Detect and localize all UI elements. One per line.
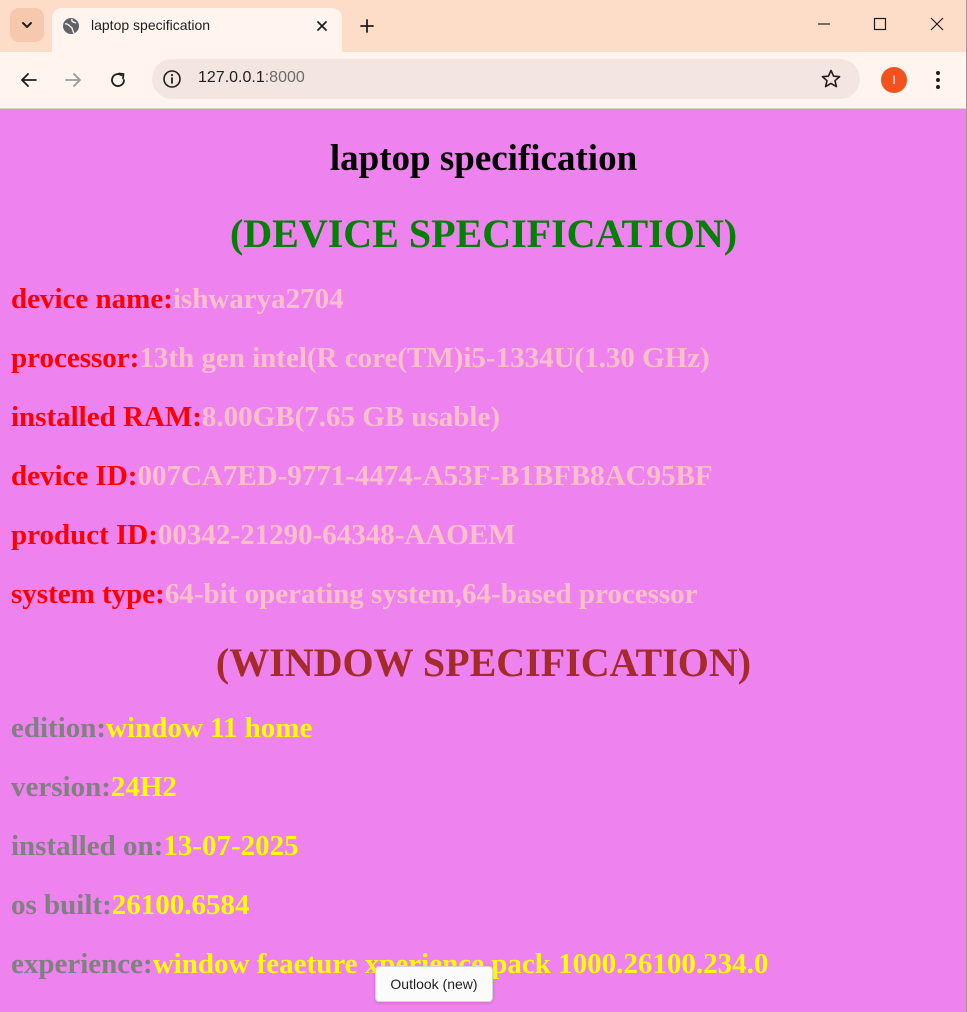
browser-menu-button[interactable] (928, 67, 948, 93)
active-tab[interactable]: laptop specification (52, 8, 342, 52)
spec-value: 24H2 (110, 771, 177, 803)
spec-value: 26100.6584 (111, 889, 250, 921)
spec-label: experience: (11, 948, 153, 980)
spec-value: 64-bit operating system,64-based process… (164, 578, 698, 610)
os-built-row: os built:26100.6584 (11, 889, 249, 922)
device-id-row: device ID:007CA7ED-9771-4474-A53F-B1BFB8… (11, 460, 713, 493)
window-spec-heading: (WINDOW SPECIFICATION) (215, 640, 752, 685)
spec-value: ishwarya2704 (172, 283, 344, 315)
minimize-button[interactable] (812, 12, 836, 36)
spec-label: system type: (11, 578, 165, 610)
spec-label: edition: (11, 712, 107, 744)
arrow-left-icon (21, 73, 37, 87)
arrow-right-icon (65, 73, 81, 87)
processor-row: processor:13th gen intel(R core(TM)i5-13… (11, 342, 710, 375)
spec-value: window 11 home (106, 712, 313, 744)
device-spec-heading: (DEVICE SPECIFICATION) (229, 211, 738, 256)
installed-ram-row: installed RAM:8.00GB(7.65 GB usable) (11, 401, 500, 434)
spec-label: device ID: (11, 460, 138, 492)
plus-icon (360, 19, 374, 33)
back-button[interactable] (16, 67, 42, 93)
site-info-icon[interactable] (162, 69, 182, 89)
close-window-button[interactable] (925, 12, 949, 36)
product-id-row: product ID:00342-21290-64348-AAOEM (11, 519, 516, 552)
browser-toolbar: 127.0.0.1:8000 I (0, 52, 967, 109)
maximize-icon (873, 17, 887, 31)
device-name-row: device name:ishwarya2704 (11, 283, 344, 316)
spec-label: installed on: (11, 830, 164, 862)
browser-titlebar: laptop specification (0, 0, 967, 52)
spec-label: version: (11, 771, 111, 803)
tab-close-button[interactable] (312, 16, 332, 36)
profile-avatar[interactable]: I (881, 67, 907, 93)
spec-label: processor: (11, 342, 140, 374)
close-icon (317, 21, 327, 31)
tab-title: laptop specification (91, 17, 211, 33)
forward-button[interactable] (60, 67, 86, 93)
reload-button[interactable] (105, 67, 131, 93)
url-text[interactable]: 127.0.0.1:8000 (198, 69, 305, 87)
taskbar-tooltip: Outlook (new) (375, 966, 493, 1002)
spec-label: installed RAM: (11, 401, 202, 433)
spec-value: 13th gen intel(R core(TM)i5-1334U(1.30 G… (139, 342, 710, 374)
address-bar[interactable]: 127.0.0.1:8000 (152, 59, 860, 99)
spec-value: 13-07-2025 (163, 830, 299, 862)
spec-value: 8.00GB(7.65 GB usable) (201, 401, 501, 433)
close-icon (930, 17, 944, 31)
chevron-down-icon (22, 22, 32, 28)
globe-icon (63, 18, 79, 34)
spec-value: 007CA7ED-9771-4474-A53F-B1BFB8AC95BF (137, 460, 713, 492)
spec-value: 00342-21290-64348-AAOEM (157, 519, 516, 551)
url-port: :8000 (264, 69, 305, 86)
more-vertical-icon (936, 71, 940, 89)
page-title: laptop specification (329, 138, 638, 179)
installed-on-row: installed on:13-07-2025 (11, 830, 299, 863)
page-content: laptop specification (DEVICE SPECIFICATI… (0, 109, 967, 1012)
system-type-row: system type:64-bit operating system,64-b… (11, 578, 698, 611)
tab-search-button[interactable] (10, 8, 44, 42)
url-host: 127.0.0.1 (198, 69, 265, 86)
spec-label: device name: (11, 283, 173, 315)
maximize-button[interactable] (868, 12, 892, 36)
spec-label: product ID: (11, 519, 158, 551)
spec-label: os built: (11, 889, 112, 921)
bookmark-star-icon[interactable] (820, 68, 842, 90)
new-tab-button[interactable] (355, 14, 379, 38)
edition-row: edition:window 11 home (11, 712, 312, 745)
version-row: version:24H2 (11, 771, 177, 804)
reload-icon (111, 72, 125, 87)
minimize-icon (818, 23, 830, 25)
